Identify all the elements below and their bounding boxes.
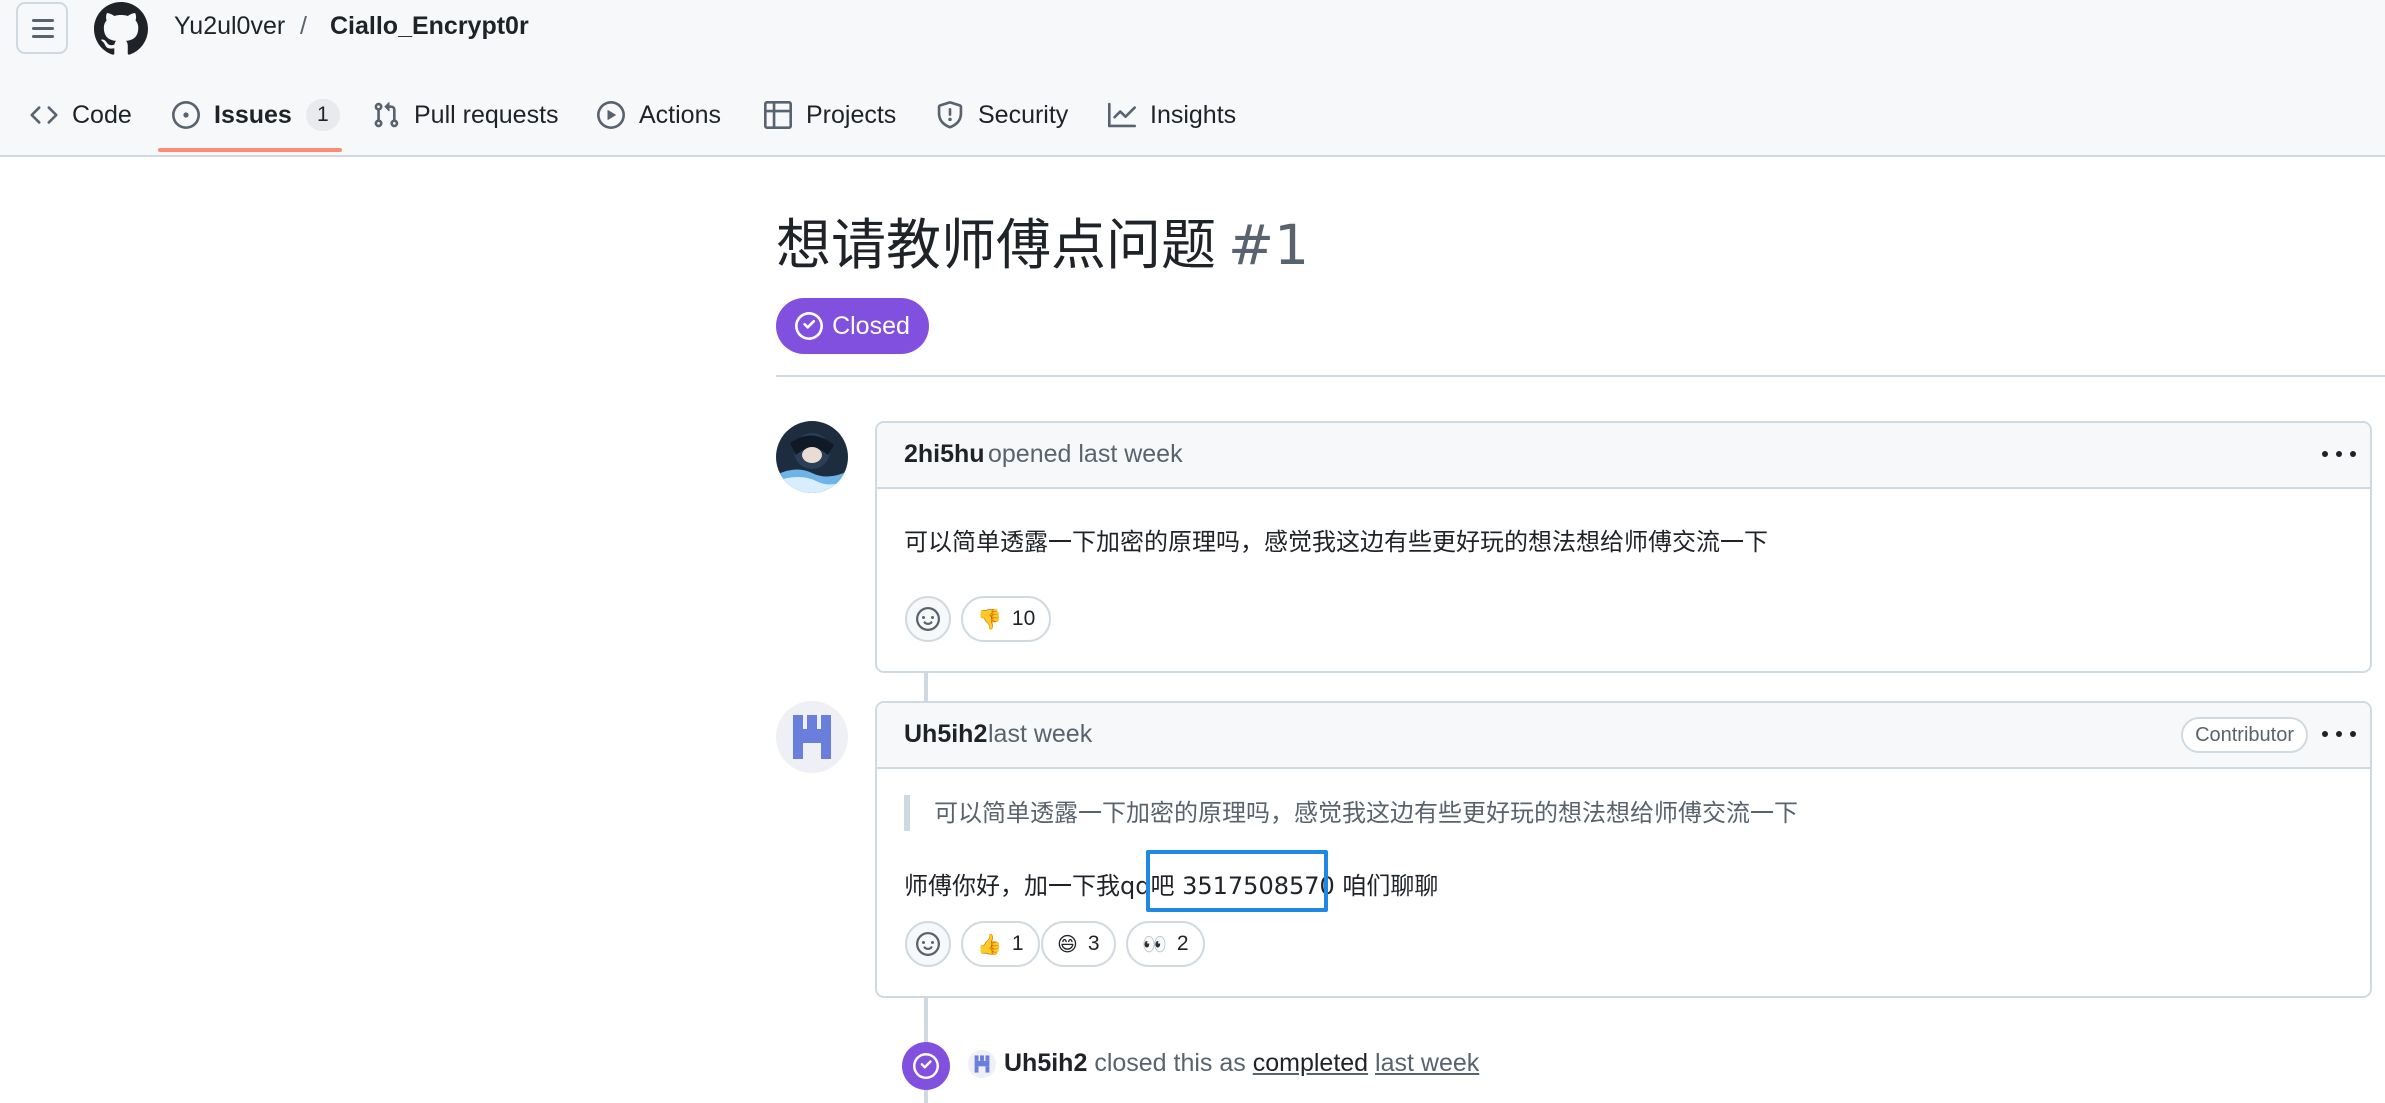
comment-header: Uh5ih2 last week Contributor	[877, 703, 2370, 769]
repo-header: Yu2ul0ver / Ciallo_Encrypt0r Code Issues…	[0, 0, 2385, 157]
timeline-connector	[924, 673, 928, 701]
issue-number: #1	[1228, 213, 1310, 277]
issue-state-label: Closed	[832, 311, 910, 340]
comment-quote: 可以简单透露一下加密的原理吗，感觉我这边有些更好玩的想法想给师傅交流一下	[904, 795, 1798, 831]
breadcrumb-owner-link[interactable]: Yu2ul0ver	[174, 12, 285, 41]
code-icon	[30, 106, 58, 124]
issues-count-badge: 1	[305, 99, 340, 131]
tab-security[interactable]: Security	[936, 92, 1068, 138]
selected-tab-underline	[158, 148, 342, 152]
tab-code[interactable]: Code	[30, 92, 132, 138]
tab-label: Projects	[806, 100, 897, 129]
git-pull-request-icon	[374, 102, 399, 128]
laugh-icon: 😄	[1057, 932, 1078, 956]
issue-title-text: 想请教师傅点问题	[776, 213, 1217, 277]
check-circle-icon	[795, 312, 824, 340]
tab-label: Code	[72, 100, 132, 129]
reaction-count: 3	[1087, 932, 1100, 955]
closed-event-icon	[902, 1042, 950, 1090]
smiley-icon	[916, 607, 940, 631]
github-logo-icon[interactable]	[94, 2, 148, 56]
reaction-count: 2	[1176, 932, 1189, 955]
comment-meta: opened last week	[988, 440, 1183, 468]
issue-opened-icon	[172, 101, 200, 129]
reaction-thumbs-down[interactable]: 👎 10	[961, 596, 1052, 642]
comment-body: 可以简单透露一下加密的原理吗，感觉我这边有些更好玩的想法想给师傅交流一下	[904, 528, 1768, 556]
title-divider	[776, 375, 2385, 377]
smiley-icon	[916, 932, 940, 956]
breadcrumb-separator: /	[300, 12, 307, 40]
play-icon	[597, 101, 625, 129]
avatar-2hi5hu[interactable]	[776, 421, 848, 493]
highlight-annotation-box	[1146, 850, 1328, 912]
closed-event-time-link[interactable]: last week	[1375, 1049, 1479, 1077]
add-reaction-button[interactable]	[905, 921, 951, 967]
tab-label: Actions	[639, 100, 721, 129]
avatar-uh5ih2-small[interactable]	[968, 1050, 996, 1078]
comment-author-link[interactable]: Uh5ih2	[904, 720, 987, 749]
add-reaction-button[interactable]	[905, 596, 951, 642]
closed-event-reason-link[interactable]: completed	[1253, 1049, 1368, 1077]
closed-event-action: closed this as	[1094, 1049, 1246, 1077]
avatar-uh5ih2[interactable]	[776, 701, 848, 773]
closed-event-actor-link[interactable]: Uh5ih2	[1004, 1049, 1087, 1077]
comment-card-1: 2hi5hu opened last week 可以简单透露一下加密的原理吗，感…	[875, 421, 2372, 673]
eyes-icon: 👀	[1142, 932, 1167, 956]
contributor-badge: Contributor	[2181, 717, 2308, 753]
comment-card-2: Uh5ih2 last week Contributor 可以简单透露一下加密的…	[875, 701, 2372, 998]
closed-event-text: Uh5ih2 closed this as completed last wee…	[1004, 1049, 1479, 1078]
kebab-menu-icon[interactable]	[2322, 441, 2356, 467]
tab-actions[interactable]: Actions	[597, 92, 721, 138]
reaction-count: 1	[1011, 932, 1024, 955]
thumbs-up-icon: 👍	[977, 932, 1002, 956]
issue-title: 想请教师傅点问题 #1	[776, 200, 1309, 280]
comment-author-link[interactable]: 2hi5hu	[904, 440, 985, 469]
tab-label: Pull requests	[414, 100, 559, 129]
reaction-thumbs-up[interactable]: 👍 1	[961, 921, 1040, 967]
graph-icon	[1108, 102, 1136, 128]
comment-header: 2hi5hu opened last week	[877, 423, 2370, 489]
check-circle-icon	[913, 1053, 939, 1079]
breadcrumb-repo-link[interactable]: Ciallo_Encrypt0r	[330, 12, 529, 41]
kebab-menu-icon[interactable]	[2322, 721, 2356, 747]
tab-label: Security	[978, 100, 1069, 129]
table-icon	[764, 101, 792, 129]
thumbs-down-icon: 👎	[977, 607, 1002, 631]
reaction-laugh[interactable]: 😄 3	[1041, 921, 1116, 967]
tab-projects[interactable]: Projects	[764, 92, 896, 138]
comment-meta: last week	[988, 720, 1093, 748]
reaction-eyes[interactable]: 👀 2	[1126, 921, 1205, 967]
reaction-count: 10	[1011, 607, 1036, 630]
tab-label: Insights	[1150, 100, 1237, 129]
tab-issues[interactable]: Issues 1	[172, 92, 340, 138]
hamburger-menu-button[interactable]	[16, 2, 68, 54]
tab-insights[interactable]: Insights	[1108, 92, 1236, 138]
tab-label: Issues	[214, 100, 292, 129]
shield-icon	[937, 101, 963, 129]
issue-state-badge: Closed	[776, 298, 929, 354]
tab-pull-requests[interactable]: Pull requests	[372, 92, 559, 138]
